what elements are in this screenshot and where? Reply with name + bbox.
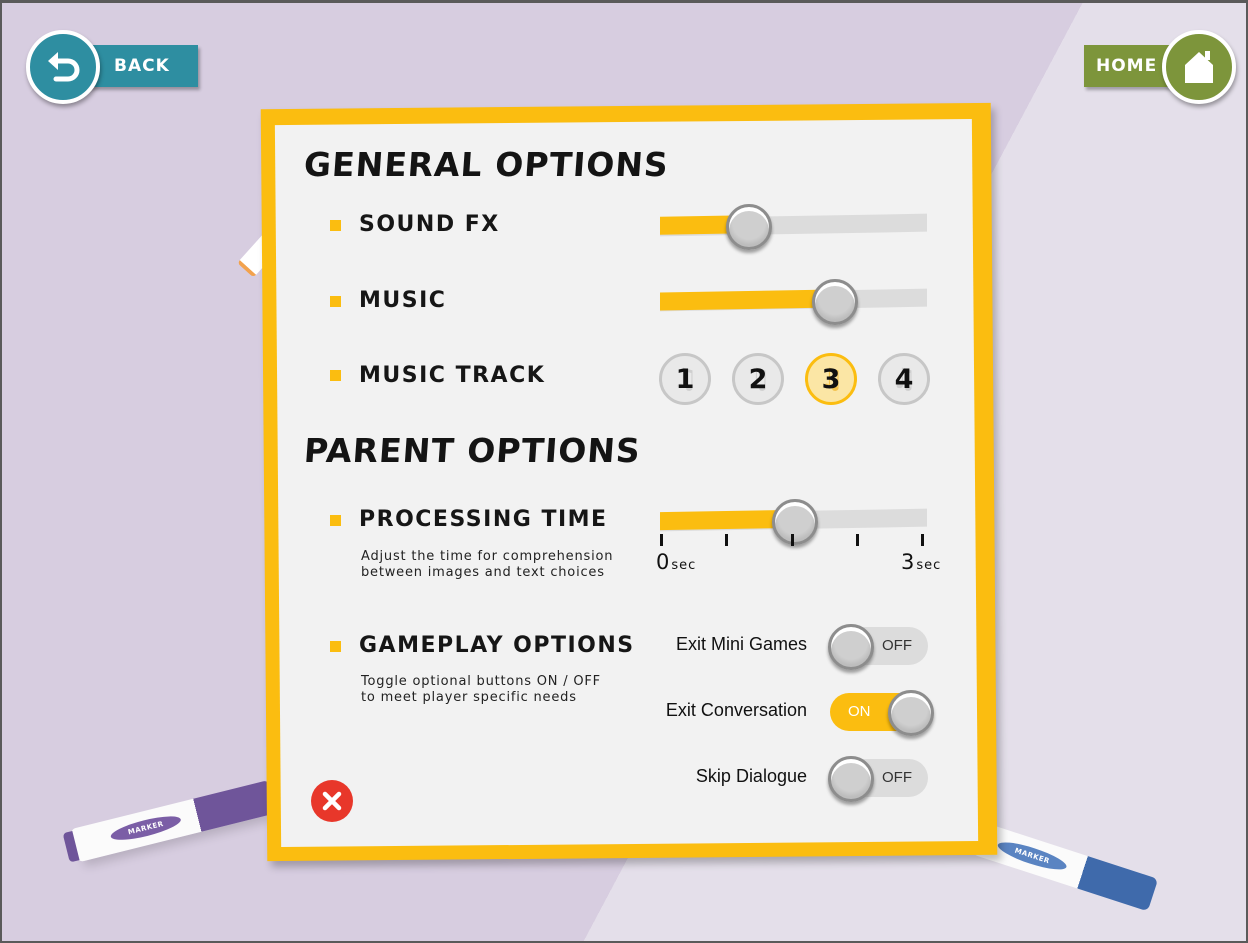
exit-mini-games-label: Exit Mini Games — [675, 634, 807, 654]
exit-conversation-toggle[interactable]: ON — [830, 690, 934, 736]
gameplay-options-description: Toggle optional buttons ON / OFF to meet… — [361, 674, 601, 705]
app-window: MARKER MARKER BACK HOME GENERAL OPTIONS … — [0, 0, 1248, 943]
music-track-label: MUSIC TRACK — [359, 363, 546, 388]
skip-dialogue-toggle[interactable]: OFF — [828, 756, 928, 802]
sound-fx-label: SOUND FX — [359, 212, 500, 237]
bullet-icon — [330, 296, 341, 307]
parent-options-title: PARENT OPTIONS — [302, 431, 643, 470]
slider-knob[interactable] — [726, 204, 772, 250]
music-track-2-button[interactable]: ♫ 2 — [732, 353, 784, 405]
bullet-icon — [330, 220, 341, 231]
close-icon — [322, 791, 342, 811]
bullet-icon — [330, 370, 341, 381]
processing-time-scale — [660, 534, 924, 548]
skip-dialogue-label: Skip Dialogue — [695, 766, 807, 786]
close-button[interactable] — [311, 780, 353, 822]
toggle-knob — [828, 624, 874, 670]
scale-min-label: 0 sec — [656, 550, 697, 574]
general-options-title: GENERAL OPTIONS — [302, 145, 671, 184]
music-track-1-button[interactable]: ♫ 1 — [659, 353, 711, 405]
music-track-3-button[interactable]: ♫ 3 — [805, 353, 857, 405]
processing-time-label: PROCESSING TIME — [359, 507, 608, 532]
scale-max-label: 3 sec — [901, 550, 942, 574]
slider-knob[interactable] — [812, 279, 858, 325]
music-label: MUSIC — [359, 288, 447, 313]
music-track-4-button[interactable]: ♫ 4 — [878, 353, 930, 405]
sound-fx-slider[interactable] — [660, 204, 927, 250]
toggle-knob — [888, 690, 934, 736]
bullet-icon — [330, 515, 341, 526]
processing-time-slider[interactable] — [660, 499, 927, 545]
music-slider[interactable] — [660, 279, 927, 325]
toggle-knob — [828, 756, 874, 802]
exit-mini-games-toggle[interactable]: OFF — [828, 624, 928, 670]
bullet-icon — [330, 641, 341, 652]
exit-conversation-label: Exit Conversation — [665, 700, 807, 720]
processing-time-description: Adjust the time for comprehension betwee… — [361, 549, 614, 580]
